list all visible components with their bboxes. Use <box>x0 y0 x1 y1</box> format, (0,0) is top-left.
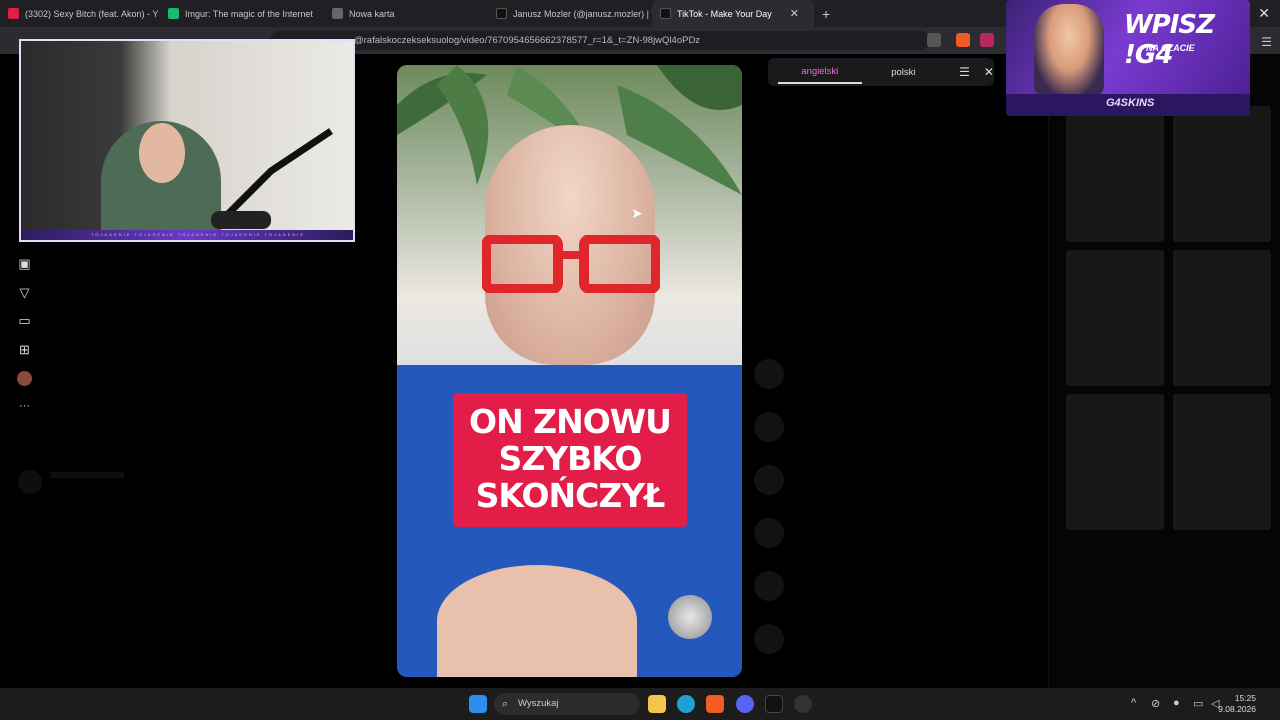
clock-date: 9.08.2026 <box>1218 704 1256 714</box>
imgur-icon <box>168 8 179 19</box>
taskbar-search[interactable]: ⌕ Wyszukaj <box>494 693 640 715</box>
tab-label: TikTok - Make Your Day <box>677 8 772 19</box>
repost-button[interactable] <box>754 571 784 601</box>
webcam-bar: TOJADENIE TOJADENIE TOJADENIE TOJADENIE … <box>21 230 353 240</box>
comment-button[interactable] <box>754 412 784 442</box>
mic-arm <box>211 128 333 229</box>
lang-polish-tab[interactable]: polski <box>862 62 946 83</box>
rewards-icon[interactable] <box>980 33 994 47</box>
more-icon[interactable]: ··· <box>17 399 32 414</box>
banner-subtitle: NA CZACIE <box>1146 43 1195 53</box>
options-icon[interactable]: ☰ <box>959 65 970 79</box>
tab-imgur[interactable]: Imgur: The magic of the Internet <box>160 0 324 27</box>
tab-label: Nowa karta <box>349 8 395 19</box>
menu-icon[interactable]: ☰ <box>1261 35 1272 49</box>
caption-line: SZYBKO <box>498 439 643 478</box>
edge-icon[interactable] <box>677 695 695 713</box>
video-thumbnail[interactable] <box>1066 106 1164 242</box>
like-button[interactable] <box>754 359 784 389</box>
display-icon[interactable]: ▭ <box>1193 697 1203 710</box>
file-explorer-icon[interactable] <box>648 695 666 713</box>
create-icon[interactable]: ⊞ <box>17 342 32 357</box>
video-thumbnail[interactable] <box>1066 250 1164 386</box>
mic-icon[interactable]: ● <box>1173 697 1180 709</box>
bookmark-button[interactable] <box>754 465 784 495</box>
tab-label: Imgur: The magic of the Internet <box>185 8 313 19</box>
banner-character <box>1034 4 1104 96</box>
chevron-up-icon[interactable]: ^ <box>1131 697 1136 709</box>
url-field[interactable]: @rafalskoczekseksuolog/video/76709546566… <box>270 31 930 50</box>
avatar[interactable] <box>17 371 32 386</box>
banner-title: WPISZ !G4 <box>1124 10 1215 70</box>
tiktok-icon <box>496 8 507 19</box>
taskbar: ⌕ Wyszukaj ^ ⊘ ● ▭ ◁ 15:25 9.08.2026 <box>0 688 1280 720</box>
webcam-overlay: TOJADENIE TOJADENIE TOJADENIE TOJADENIE … <box>19 39 355 242</box>
tab-tiktok[interactable]: TikTok - Make Your Day ✕ <box>652 0 814 27</box>
brave-icon[interactable] <box>706 695 724 713</box>
video-player[interactable]: ON ZNOWU SZYBKO SKOŃCZYŁ <box>397 65 742 677</box>
hands <box>437 565 637 677</box>
app-icon[interactable] <box>765 695 783 713</box>
close-window-icon[interactable]: ✕ <box>1258 5 1270 22</box>
tab-new[interactable]: Nowa karta <box>324 0 488 27</box>
search-icon: ⌕ <box>502 698 509 710</box>
tab-label: (3302) Sexy Bitch (feat. Akon) - Y <box>25 8 159 19</box>
translate-icon[interactable] <box>927 33 941 47</box>
tab-tiktok-profile[interactable]: Janusz Mozler (@janusz.mozler) | Tik <box>488 0 652 27</box>
red-glasses <box>482 235 660 293</box>
share-button[interactable] <box>754 518 784 548</box>
discord-icon[interactable] <box>736 695 754 713</box>
clock[interactable]: 15:25 9.08.2026 <box>1218 693 1256 715</box>
video-thumbnail[interactable] <box>1173 106 1271 242</box>
tab-label: Janusz Mozler (@janusz.mozler) | Tik <box>513 8 652 19</box>
stethoscope <box>668 595 712 639</box>
video-thumbnail[interactable] <box>1066 394 1164 530</box>
brave-shield-icon[interactable] <box>956 33 970 47</box>
caption-line: ON ZNOWU <box>469 402 672 441</box>
banner-brand: G4SKINS <box>1106 97 1155 109</box>
close-tab-icon[interactable]: ✕ <box>790 7 799 20</box>
url-text: @rafalskoczekseksuolog/video/76709546566… <box>354 35 701 46</box>
lang-english-tab[interactable]: angielski <box>778 61 862 84</box>
tiktok-icon <box>660 8 671 19</box>
caption-line: SKOŃCZYŁ <box>475 476 666 515</box>
messages-icon[interactable]: ▭ <box>17 313 32 328</box>
video-caption: ON ZNOWU SZYBKO SKOŃCZYŁ <box>453 393 687 527</box>
g4skins-banner: WPISZ !G4 NA CZACIE G4SKINS <box>1006 0 1250 116</box>
tab-music[interactable]: (3302) Sexy Bitch (feat. Akon) - Y <box>0 0 160 27</box>
shield-icon <box>332 8 343 19</box>
streamer-face <box>139 123 185 183</box>
loading-line <box>50 472 124 478</box>
clock-time: 15:25 <box>1234 693 1256 703</box>
obs-icon[interactable] <box>794 695 812 713</box>
search-placeholder: Wyszukaj <box>518 698 559 709</box>
loading-avatar <box>18 470 42 494</box>
sound-button[interactable] <box>754 624 784 654</box>
windows-start-icon[interactable] <box>469 695 487 713</box>
live-icon[interactable]: ▣ <box>17 256 32 271</box>
upload-icon[interactable]: ▽ <box>17 285 32 300</box>
close-icon[interactable]: ✕ <box>984 65 994 79</box>
new-tab-button[interactable]: + <box>822 6 830 22</box>
youtube-icon <box>8 8 19 19</box>
video-thumbnail[interactable] <box>1173 250 1271 386</box>
right-panel <box>1048 54 1280 688</box>
network-icon[interactable]: ⊘ <box>1151 697 1160 710</box>
mouse-cursor: ➤ <box>631 205 643 221</box>
video-thumbnail[interactable] <box>1173 394 1271 530</box>
translate-popup: angielski polski ☰ ✕ <box>768 58 994 86</box>
